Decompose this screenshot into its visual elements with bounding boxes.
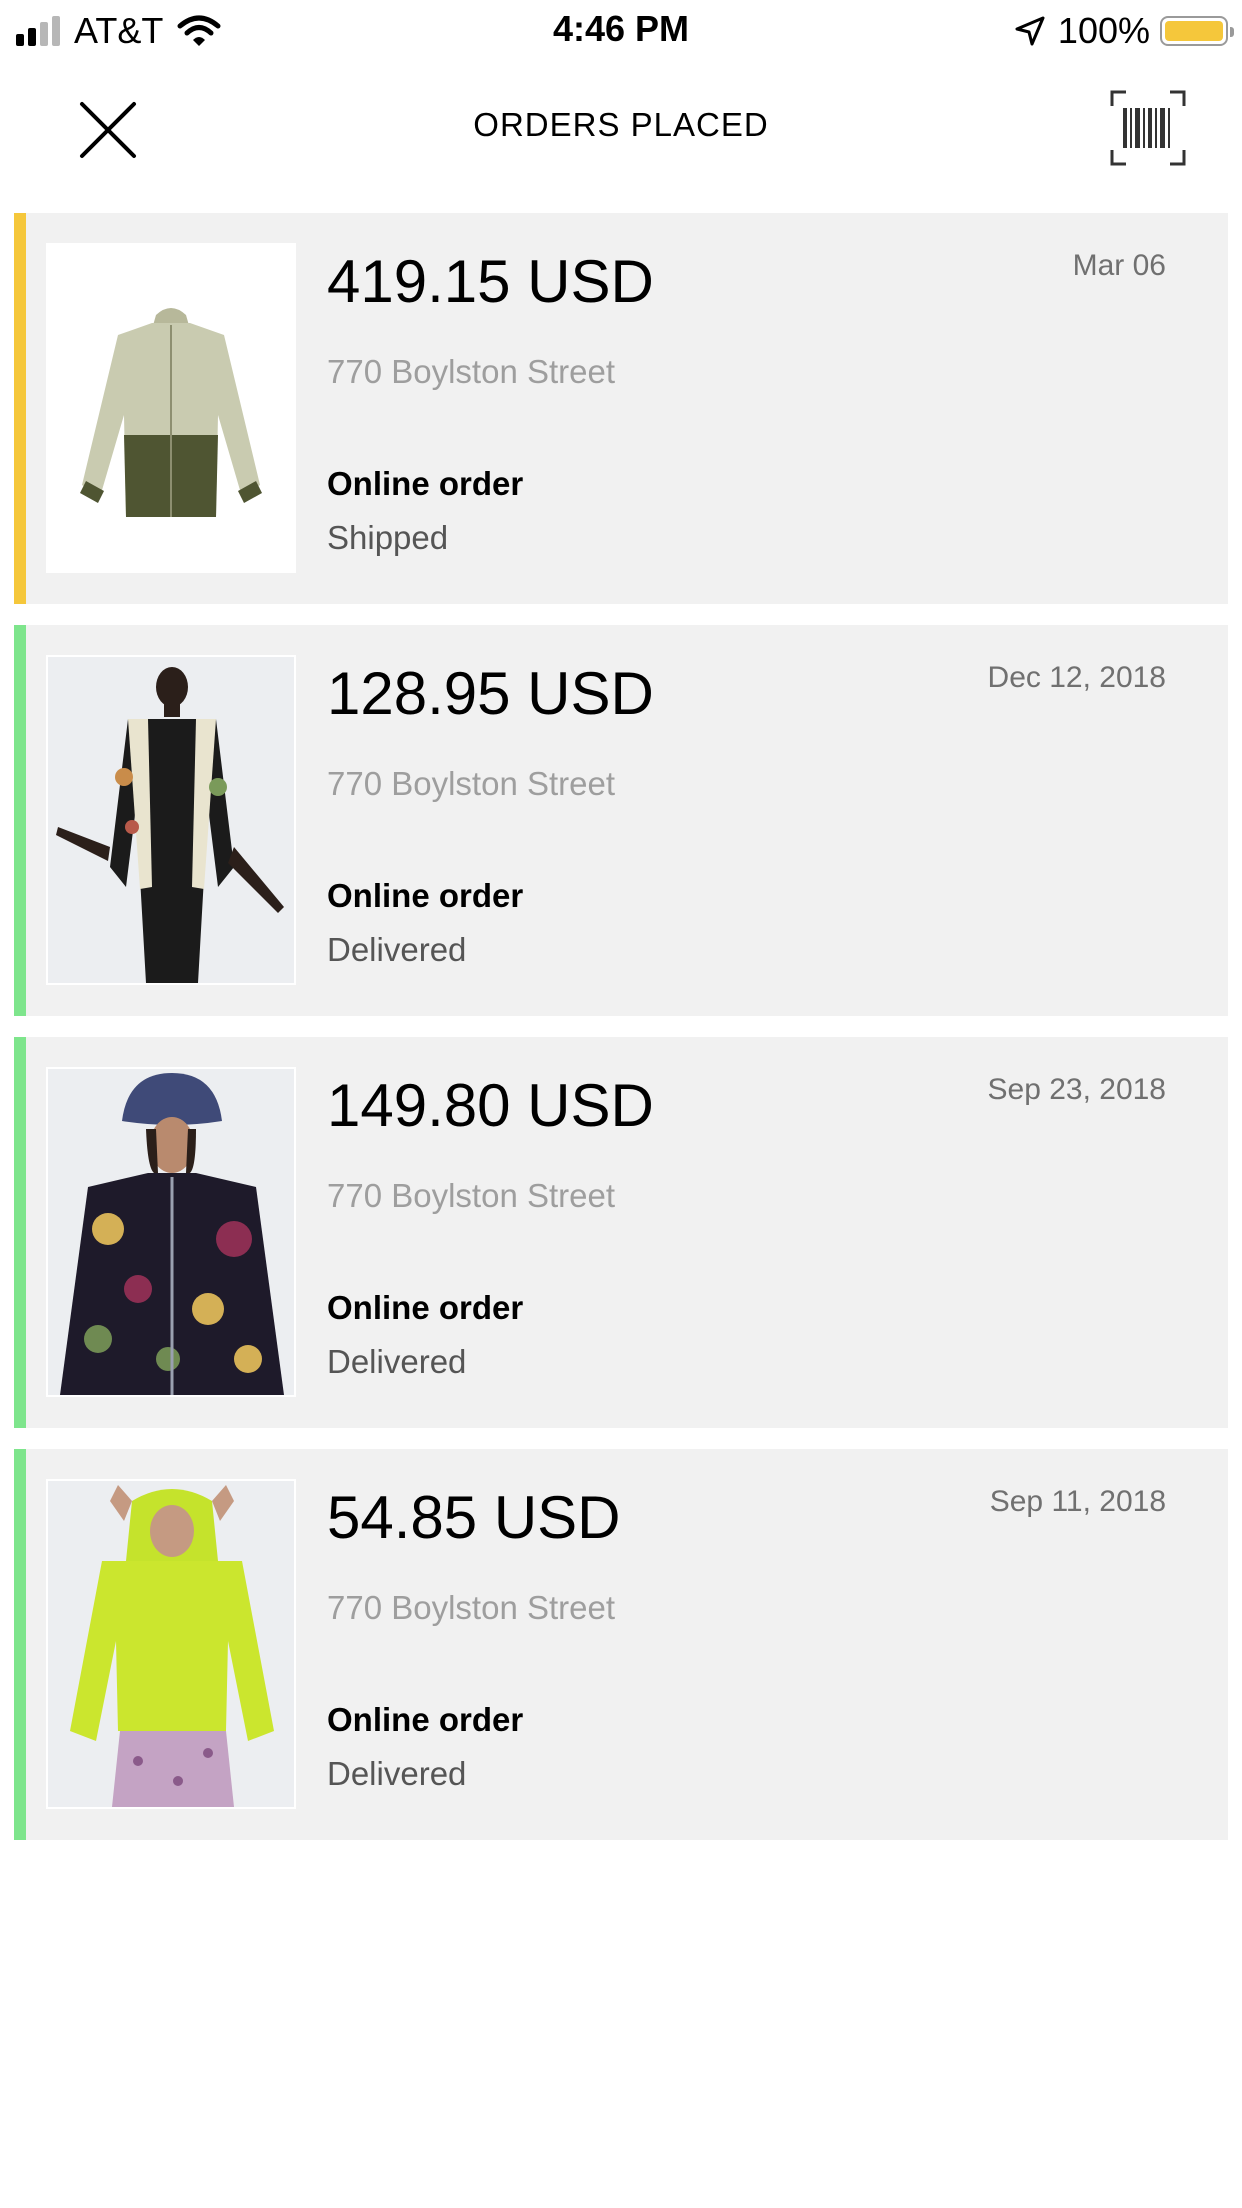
orders-list: 419.15 USD 770 Boylston Street Online or…: [14, 213, 1228, 1861]
order-status: Delivered: [327, 1343, 467, 1380]
product-image: [46, 655, 296, 985]
product-image: [46, 243, 296, 573]
order-channel: Online order: [327, 465, 524, 502]
order-channel: Online order: [327, 1701, 524, 1738]
status-accent-bar: [14, 1037, 26, 1428]
location-arrow-icon: [1015, 16, 1045, 46]
status-accent-bar: [14, 213, 26, 604]
barcode-scan-icon[interactable]: [1108, 88, 1188, 168]
page-title: ORDERS PLACED: [473, 106, 769, 143]
order-card[interactable]: 128.95 USD 770 Boylston Street Online or…: [14, 625, 1228, 1016]
order-address: 770 Boylston Street: [327, 1589, 616, 1626]
order-card[interactable]: 54.85 USD 770 Boylston Street Online ord…: [14, 1449, 1228, 1840]
order-address: 770 Boylston Street: [327, 353, 616, 390]
battery-icon: [1160, 16, 1234, 46]
order-amount: 419.15 USD: [327, 248, 654, 315]
status-accent-bar: [14, 1449, 26, 1840]
order-date: Sep 23, 2018: [987, 1073, 1167, 1106]
order-date: Mar 06: [1072, 249, 1166, 282]
order-card[interactable]: 419.15 USD 770 Boylston Street Online or…: [14, 213, 1228, 604]
status-bar: AT&T 4:46 PM 100%: [0, 0, 1242, 62]
order-amount: 149.80 USD: [327, 1072, 654, 1139]
order-address: 770 Boylston Street: [327, 1177, 616, 1214]
order-address: 770 Boylston Street: [327, 765, 616, 802]
status-accent-bar: [14, 625, 26, 1016]
order-channel: Online order: [327, 877, 524, 914]
order-status: Delivered: [327, 931, 467, 968]
battery-percentage: 100%: [1057, 10, 1150, 51]
product-image: [46, 1479, 296, 1809]
header: ORDERS PLACED: [0, 62, 1242, 192]
order-date: Dec 12, 2018: [987, 661, 1166, 694]
order-amount: 128.95 USD: [327, 660, 654, 727]
order-channel: Online order: [327, 1289, 524, 1326]
order-status: Delivered: [327, 1755, 467, 1792]
order-amount: 54.85 USD: [327, 1484, 621, 1551]
order-card[interactable]: 149.80 USD 770 Boylston Street Online or…: [14, 1037, 1228, 1428]
product-image: [46, 1067, 296, 1397]
order-status: Shipped: [327, 519, 449, 556]
order-date: Sep 11, 2018: [989, 1485, 1166, 1518]
